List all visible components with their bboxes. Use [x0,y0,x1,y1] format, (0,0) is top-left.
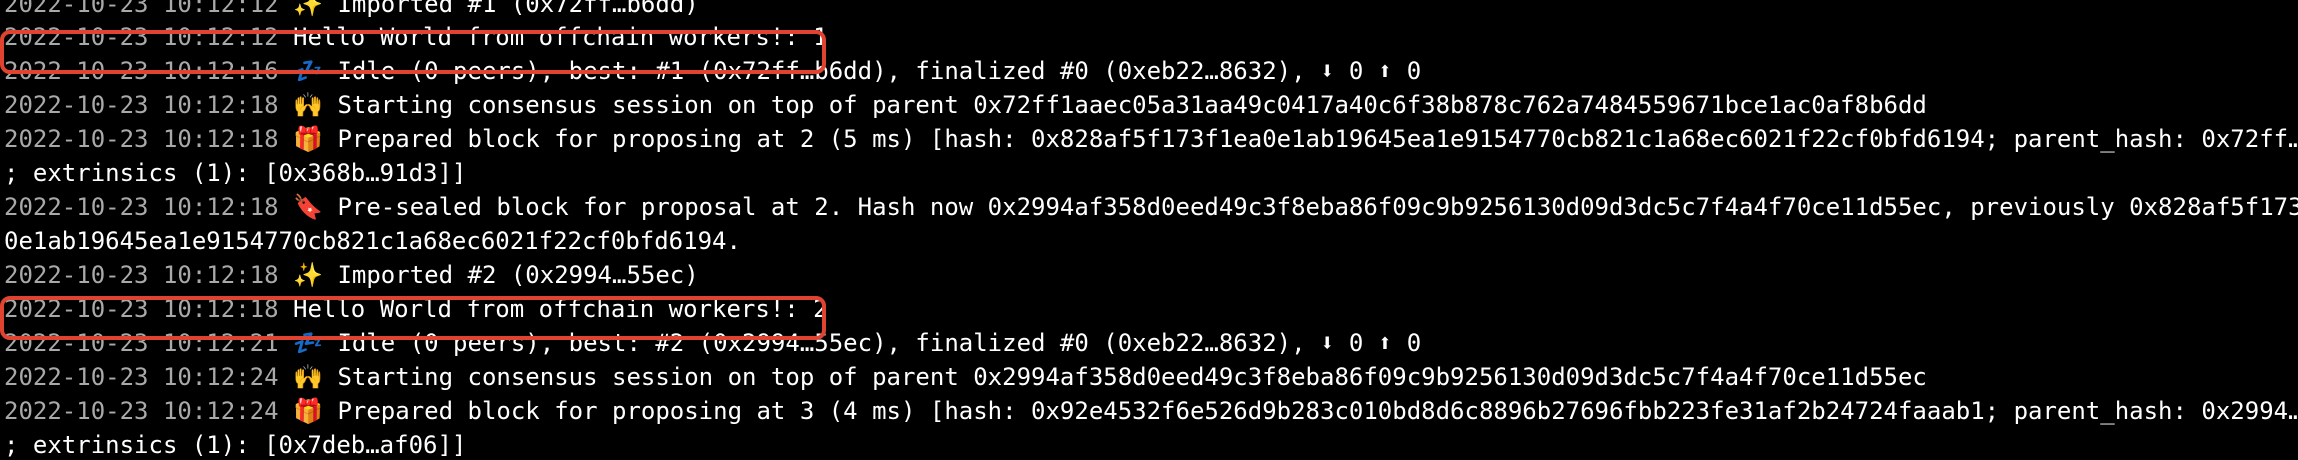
log-line: 2022-10-23 10:12:18 🎁 Prepared block for… [4,122,2298,156]
log-message: Imported #2 (0x2994…55ec) [337,261,699,289]
log-timestamp: 2022-10-23 10:12:18 [4,125,279,153]
log-timestamp: 2022-10-23 10:12:18 [4,91,279,119]
log-message: ; extrinsics (1): [0x368b…91d3]] [4,159,467,187]
log-line: 2022-10-23 10:12:18 ✨ Imported #2 (0x299… [4,258,699,292]
sparkles-icon: ✨ [293,0,323,18]
gift-icon: 🎁 [293,125,323,153]
log-line: 2022-10-23 10:12:18 🙌 Starting consensus… [4,88,1927,122]
log-line: 2022-10-23 10:12:24 🙌 Starting consensus… [4,360,1927,394]
highlight-box-2 [0,296,826,340]
log-line: ; extrinsics (1): [0x7deb…af06]] [4,428,466,460]
log-timestamp: 2022-10-23 10:12:18 [4,193,279,221]
log-message: Prepared block for proposing at 3 (4 ms)… [337,397,2298,425]
log-line: ; extrinsics (1): [0x368b…91d3]] [4,156,466,190]
terminal-window[interactable]: 2022-10-23 10:12:12 ✨ Imported #1 (0x72f… [0,0,2298,460]
log-timestamp: 2022-10-23 10:12:24 [4,363,279,391]
log-timestamp: 2022-10-23 10:12:24 [4,397,279,425]
sparkles-icon: ✨ [293,261,323,289]
highlight-box-1 [0,30,826,74]
raised-hands-icon: 🙌 [293,91,323,119]
gift-icon: 🎁 [293,397,323,425]
log-line: 2022-10-23 10:12:18 🔖 Pre-sealed block f… [4,190,2298,224]
log-message: ; extrinsics (1): [0x7deb…af06]] [4,431,467,459]
log-message: Starting consensus session on top of par… [337,363,1927,391]
log-message: Pre-sealed block for proposal at 2. Hash… [337,193,2298,221]
bookmark-icon: 🔖 [293,193,323,221]
log-message: Prepared block for proposing at 2 (5 ms)… [337,125,2298,153]
log-message: Starting consensus session on top of par… [337,91,1927,119]
log-timestamp: 2022-10-23 10:12:12 [4,0,279,18]
log-line: 0e1ab19645ea1e9154770cb821c1a68ec6021f22… [4,224,741,258]
log-timestamp: 2022-10-23 10:12:18 [4,261,279,289]
raised-hands-icon: 🙌 [293,363,323,391]
log-message: 0e1ab19645ea1e9154770cb821c1a68ec6021f22… [4,227,741,255]
log-line: 2022-10-23 10:12:24 🎁 Prepared block for… [4,394,2298,428]
log-line: 2022-10-23 10:12:12 ✨ Imported #1 (0x72f… [4,0,699,21]
log-message: Imported #1 (0x72ff…b6dd) [337,0,699,18]
